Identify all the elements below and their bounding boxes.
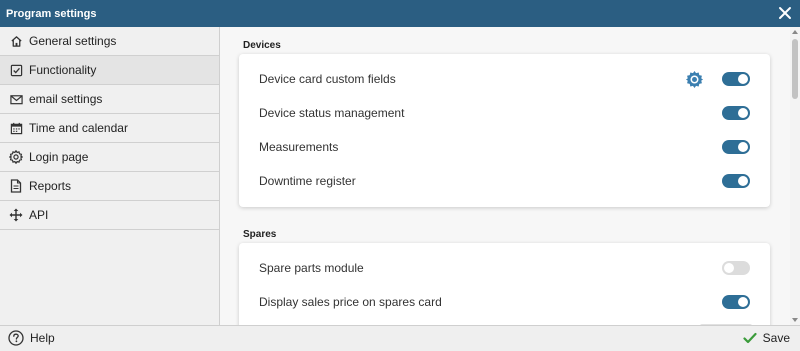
window-title: Program settings bbox=[6, 7, 97, 20]
sidebar-item-label: Functionality bbox=[29, 63, 97, 77]
sidebar-item-label: email settings bbox=[29, 92, 103, 106]
sidebar-item-email-settings[interactable]: email settings bbox=[0, 85, 219, 114]
setting-row-device-status-management: Device status management bbox=[239, 96, 770, 130]
spare-parts-module-toggle[interactable] bbox=[722, 261, 750, 275]
devices-card: Device card custom fields Device status … bbox=[239, 54, 770, 207]
home-icon bbox=[9, 34, 23, 48]
toggle-knob bbox=[738, 297, 748, 307]
envelope-icon bbox=[9, 92, 23, 106]
save-label: Save bbox=[762, 331, 790, 345]
setting-label: Device card custom fields bbox=[259, 72, 396, 86]
scroll-up-arrow-icon[interactable] bbox=[792, 30, 798, 34]
section-title-spares: Spares bbox=[243, 229, 277, 240]
device-card-custom-fields-toggle[interactable] bbox=[722, 72, 750, 86]
calendar-icon bbox=[9, 121, 23, 135]
settings-content: Devices Device card custom fields Device… bbox=[220, 27, 790, 325]
setting-label: Spare parts module bbox=[259, 261, 364, 275]
scrollbar-thumb[interactable] bbox=[792, 39, 798, 99]
sidebar-item-label: Reports bbox=[29, 179, 72, 193]
setting-row-display-sales-price: Display sales price on spares card bbox=[239, 285, 770, 319]
window-titlebar: Program settings bbox=[0, 0, 800, 27]
setting-label: Measurements bbox=[259, 140, 339, 154]
close-icon[interactable] bbox=[777, 5, 793, 21]
sidebar-item-reports[interactable]: Reports bbox=[0, 172, 219, 201]
sidebar-item-login-page[interactable]: Login page bbox=[0, 143, 219, 172]
document-icon bbox=[9, 179, 23, 193]
toggle-knob bbox=[738, 142, 748, 152]
sidebar-item-label: General settings bbox=[29, 34, 117, 48]
toggle-knob bbox=[724, 263, 734, 273]
sidebar-item-general-settings[interactable]: General settings bbox=[0, 27, 219, 56]
toggle-knob bbox=[738, 74, 748, 84]
toggle-knob bbox=[738, 176, 748, 186]
device-status-management-toggle[interactable] bbox=[722, 106, 750, 120]
setting-row-measurements: Measurements bbox=[239, 130, 770, 164]
setting-row-spare-parts-module: Spare parts module bbox=[239, 251, 770, 285]
help-label: Help bbox=[30, 331, 55, 345]
setting-row-device-card-custom-fields: Device card custom fields bbox=[239, 62, 770, 96]
sidebar-item-time-and-calendar[interactable]: Time and calendar bbox=[0, 114, 219, 143]
content-scrollbar[interactable] bbox=[790, 27, 800, 325]
measurements-toggle[interactable] bbox=[722, 140, 750, 154]
scroll-down-arrow-icon[interactable] bbox=[792, 318, 798, 322]
custom-fields-settings-gear-icon[interactable] bbox=[685, 70, 704, 89]
display-sales-price-toggle[interactable] bbox=[722, 295, 750, 309]
help-circle-icon bbox=[8, 330, 24, 346]
toggle-knob bbox=[738, 108, 748, 118]
checkbox-icon bbox=[9, 63, 23, 77]
setting-label: Display sales price on spares card bbox=[259, 295, 442, 309]
move-arrows-icon bbox=[9, 208, 23, 222]
save-button[interactable]: Save bbox=[743, 331, 790, 345]
dialog-footer: Help Save bbox=[0, 325, 800, 351]
downtime-register-toggle[interactable] bbox=[722, 174, 750, 188]
section-title-devices: Devices bbox=[243, 40, 281, 51]
gear-icon bbox=[9, 150, 23, 164]
settings-sidebar: General settings Functionality email set… bbox=[0, 27, 220, 325]
setting-label: Device status management bbox=[259, 106, 405, 120]
sidebar-item-label: API bbox=[29, 208, 49, 222]
sidebar-item-api[interactable]: API bbox=[0, 201, 219, 230]
setting-row-downtime-register: Downtime register bbox=[239, 164, 770, 198]
sidebar-item-functionality[interactable]: Functionality bbox=[0, 56, 219, 85]
checkmark-icon bbox=[743, 332, 757, 344]
setting-label: Downtime register bbox=[259, 174, 356, 188]
sidebar-item-label: Login page bbox=[29, 150, 89, 164]
sidebar-item-label: Time and calendar bbox=[29, 121, 128, 135]
help-button[interactable]: Help bbox=[8, 330, 55, 346]
spares-card: Spare parts module Display sales price o… bbox=[239, 243, 770, 325]
